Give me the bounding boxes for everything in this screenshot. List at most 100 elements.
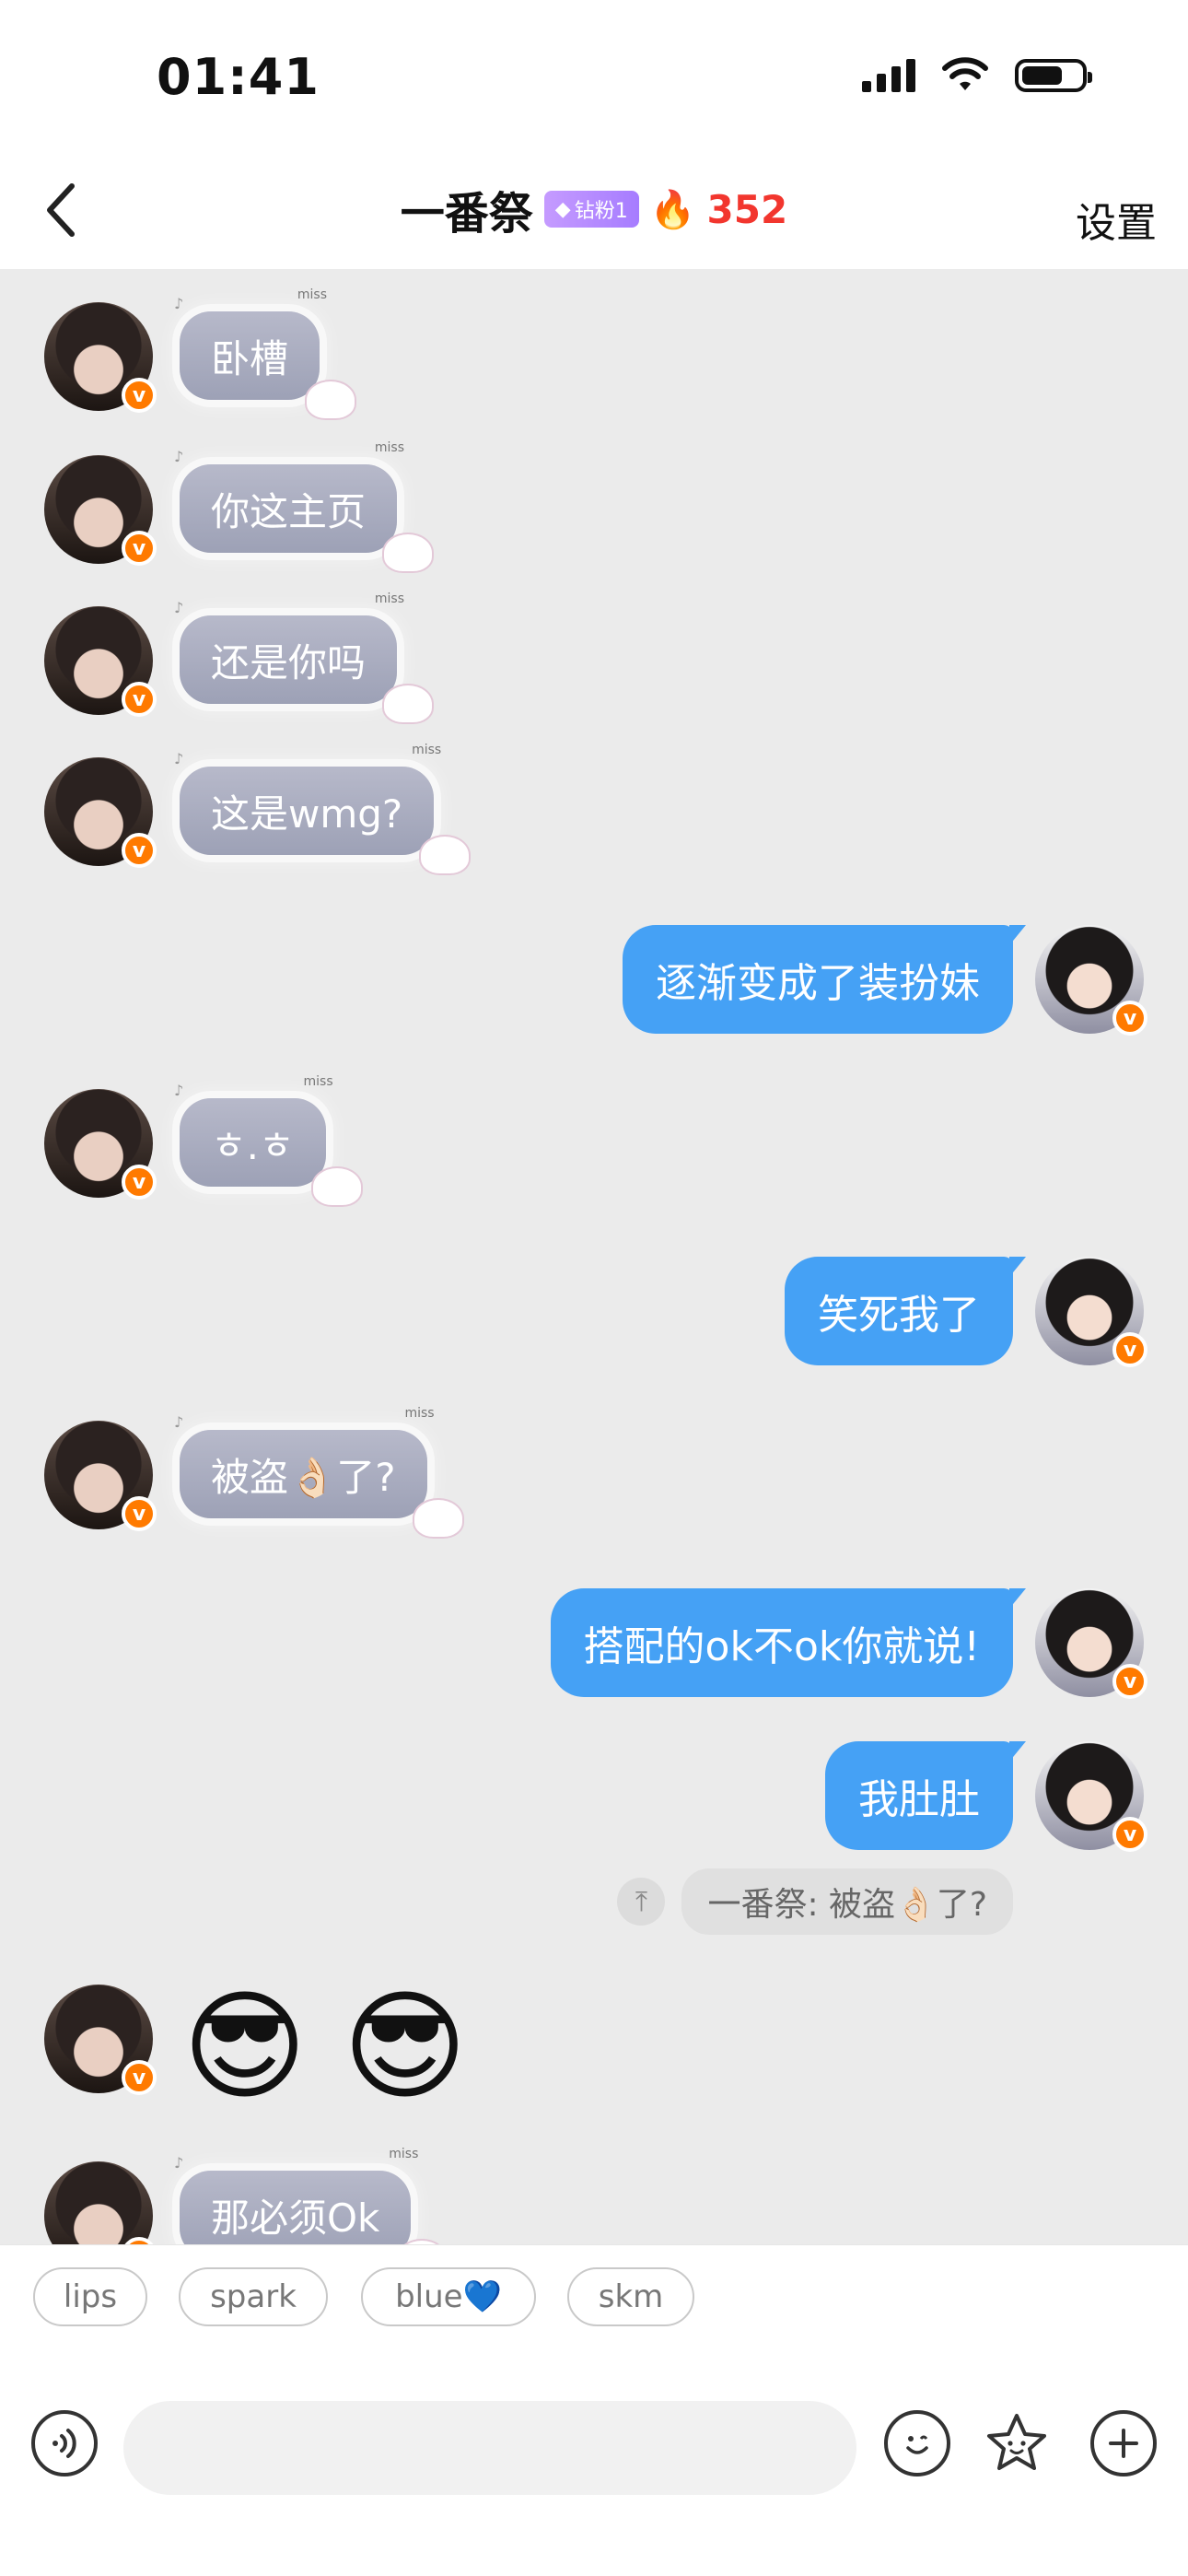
quick-reply-chip[interactable]: spark <box>179 2267 328 2326</box>
streak-count: 352 <box>706 186 788 232</box>
message-row: v ♪ 被盗👌🏻了? miss <box>0 1406 1188 1540</box>
message-text: ㅎ.ㅎ <box>211 1122 295 1168</box>
status-bar: 01:41 <box>0 0 1188 157</box>
avatar[interactable]: v <box>1035 1741 1147 1852</box>
avatar[interactable]: v <box>44 2161 157 2244</box>
quick-reply-chip[interactable]: lips <box>33 2267 147 2326</box>
fan-level-badge: ◆ 钻粉1 <box>543 191 639 228</box>
message-bubble[interactable]: ♪ 还是你吗 miss <box>174 591 435 724</box>
message-row: v ♪ ㅎ.ㅎ miss <box>0 1074 1188 1209</box>
bubble-decoration-label: miss <box>389 2147 419 2161</box>
chat-header: 一番祭 ◆ 钻粉1 🔥 352 设置 <box>0 157 1188 269</box>
message-text: 这是wmg? <box>211 790 403 837</box>
avatar[interactable]: v <box>1035 925 1147 1036</box>
music-note-icon: ♪ <box>174 1082 184 1099</box>
message-bubble[interactable]: ♪ 被盗👌🏻了? miss <box>174 1406 464 1539</box>
sunglasses-emoji[interactable]: 😎 <box>182 1986 308 2106</box>
quick-reply-chip[interactable]: skm <box>567 2267 694 2326</box>
pet-sticker-icon <box>305 380 357 420</box>
verified-badge-icon: v <box>122 1165 157 1200</box>
message-text: 被盗👌🏻了? <box>211 1454 396 1500</box>
bubble-decoration-label: miss <box>412 743 442 757</box>
pet-sticker-icon <box>382 684 435 724</box>
avatar[interactable]: v <box>44 757 157 868</box>
verified-badge-icon: v <box>1112 1817 1147 1852</box>
message-bubble[interactable]: 逐渐变成了装扮妹 <box>623 925 1026 1034</box>
bubble-decoration-label: miss <box>297 287 328 302</box>
message-row: 我肚肚 v <box>0 1741 1188 1861</box>
avatar[interactable]: v <box>44 302 157 413</box>
verified-badge-icon: v <box>122 833 157 868</box>
avatar[interactable]: v <box>44 606 157 717</box>
fan-level-label: 钻粉1 <box>574 200 628 223</box>
message-input[interactable] <box>123 2401 856 2495</box>
verified-badge-icon: v <box>1112 1332 1147 1367</box>
quick-reply-chip[interactable]: blue💙 <box>361 2267 536 2326</box>
message-bubble[interactable]: 搭配的ok不ok你就说! <box>550 1588 1027 1697</box>
pet-sticker-icon <box>310 1166 363 1207</box>
status-icons <box>862 57 1092 94</box>
cellular-signal-icon <box>862 59 915 92</box>
music-note-icon: ♪ <box>174 599 184 616</box>
quoted-reply-text[interactable]: 一番祭: 被盗👌🏻了? <box>681 1868 1013 1935</box>
message-row: v ♪ 还是你吗 miss <box>0 591 1188 726</box>
message-bubble[interactable]: ♪ 这是wmg? miss <box>174 743 472 875</box>
message-text: 那必须Ok <box>211 2195 380 2241</box>
bubble-decoration-label: miss <box>374 591 405 606</box>
quoted-reply[interactable]: ⤒ 一番祭: 被盗👌🏻了? <box>617 1868 1013 1935</box>
verified-badge-icon: v <box>122 1496 157 1531</box>
wifi-icon <box>942 57 988 90</box>
pet-sticker-icon <box>419 835 472 875</box>
message-row: v ♪ 你这主页 miss <box>0 440 1188 575</box>
message-text: 卧槽 <box>211 335 289 381</box>
music-note-icon: ♪ <box>174 2154 184 2172</box>
verified-badge-icon: v <box>122 378 157 413</box>
pet-sticker-icon <box>382 533 435 573</box>
message-row: 笑死我了 v <box>0 1257 1188 1376</box>
message-bubble[interactable]: ♪ 卧槽 miss <box>174 287 357 420</box>
pet-sticker-icon <box>412 1498 464 1539</box>
avatar[interactable]: v <box>44 1985 157 2095</box>
sticker-icon[interactable] <box>984 2410 1050 2476</box>
plus-icon[interactable] <box>1090 2410 1157 2476</box>
verified-badge-icon: v <box>1112 1664 1147 1699</box>
message-bubble[interactable]: ♪ 你这主页 miss <box>174 440 435 573</box>
music-note-icon: ♪ <box>174 1413 184 1431</box>
message-bubble[interactable]: ♪ 那必须Ok miss <box>174 2147 448 2244</box>
chat-title-group[interactable]: 一番祭 ◆ 钻粉1 🔥 352 <box>0 177 1188 241</box>
sunglasses-emoji[interactable]: 😎 <box>343 1986 468 2106</box>
message-bubble[interactable]: 笑死我了 <box>785 1257 1026 1365</box>
message-list[interactable]: v ♪ 卧槽 miss v ♪ 你这主页 miss v ♪ 还是你吗 miss … <box>0 269 1188 2244</box>
message-row: v ♪ 卧槽 miss <box>0 287 1188 422</box>
avatar[interactable]: v <box>44 455 157 566</box>
flame-icon: 🔥 <box>649 188 696 231</box>
settings-button[interactable]: 设置 <box>1076 190 1157 249</box>
avatar[interactable]: v <box>1035 1588 1147 1699</box>
message-row: 搭配的ok不ok你就说! v <box>0 1588 1188 1708</box>
bubble-decoration-label: miss <box>303 1074 333 1089</box>
message-bubble[interactable]: ♪ ㅎ.ㅎ miss <box>174 1074 363 1207</box>
message-bubble[interactable]: 我肚肚 <box>825 1741 1026 1850</box>
message-text: 你这主页 <box>211 488 367 534</box>
avatar[interactable]: v <box>44 1089 157 1200</box>
message-row: v ♪ 那必须Ok miss <box>0 2147 1188 2244</box>
status-time: 01:41 <box>157 48 320 106</box>
composer <box>0 2355 1188 2576</box>
message-row: 逐渐变成了装扮妹 v <box>0 925 1188 1045</box>
message-row: v ♪ 这是wmg? miss <box>0 743 1188 877</box>
emoji-picker-icon[interactable] <box>884 2410 950 2476</box>
verified-badge-icon: v <box>122 682 157 717</box>
music-note-icon: ♪ <box>174 295 184 312</box>
avatar[interactable]: v <box>44 1421 157 1531</box>
voice-input-icon[interactable] <box>31 2410 98 2476</box>
bubble-decoration-label: miss <box>404 1406 435 1421</box>
jump-to-top-icon[interactable]: ⤒ <box>617 1878 666 1926</box>
quick-reply-bar: lips spark blue💙 skm <box>0 2244 1188 2356</box>
diamond-icon: ◆ <box>554 197 571 221</box>
message-row: v 😎 😎 <box>0 1985 1188 2106</box>
chat-title: 一番祭 <box>400 188 533 240</box>
avatar[interactable]: v <box>1035 1257 1147 1367</box>
music-note-icon: ♪ <box>174 448 184 465</box>
battery-icon <box>1015 59 1092 92</box>
bubble-decoration-label: miss <box>374 440 405 455</box>
